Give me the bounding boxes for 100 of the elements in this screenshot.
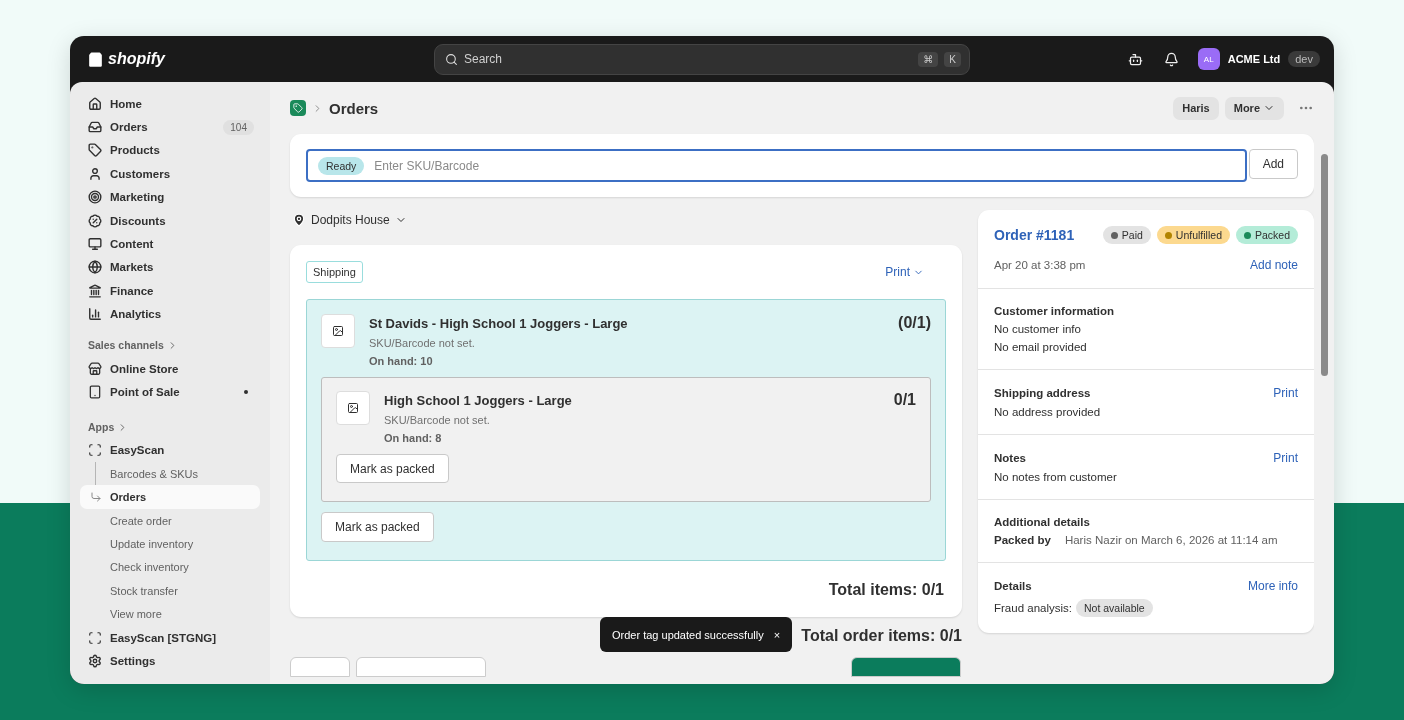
scanner-icon [88,443,102,458]
logo-text: shopify [108,50,165,68]
avatar[interactable]: AL [1197,48,1220,70]
nav-item[interactable]: Analytics [80,302,260,326]
field-value: Haris Nazir on March 6, 2026 at 11:14 am [1064,534,1278,546]
order-title[interactable]: Order #1181 [994,227,1075,243]
inbox-icon [88,120,102,135]
shortcut-key: ⌘ [918,51,939,67]
nav-subitem[interactable]: Check inventory [80,555,260,580]
section-heading[interactable]: Apps [80,415,260,439]
item-title: High School 1 Joggers - Large [384,393,573,408]
store-icon [88,361,102,376]
close-button[interactable]: × [773,628,781,641]
nav-subitem[interactable]: Barcodes & SKUs [80,462,260,486]
add-note-link[interactable]: Add note [1249,258,1298,272]
status-badge: Ready [318,156,365,175]
on-hand-text: On hand: 8 [384,432,443,444]
info-text: No address provided [994,406,1102,418]
section-title: Details [994,580,1032,592]
sku-text: SKU/Barcode not set. [369,337,476,349]
nav-item[interactable]: Settings [80,649,260,673]
search-icon [445,52,458,66]
nav-item[interactable]: Finance [80,279,260,303]
status-badge: Paid [1102,226,1151,244]
search-field[interactable]: Search ⌘ K [434,43,970,75]
settings-icon [88,653,102,668]
sku-text: SKU/Barcode not set. [384,414,491,426]
nav-item[interactable]: EasyScan [STGNG] [80,625,260,650]
section-heading[interactable]: Sales channels [80,333,260,357]
bar-chart-icon [88,307,102,322]
location-selector[interactable]: Dodpits House [290,209,962,231]
nav-item[interactable]: Markets [80,255,260,280]
nav-item[interactable]: Orders 104 [80,115,260,139]
monitor-icon [88,237,102,252]
count-badge: 104 [223,119,254,135]
app-icon [290,100,306,116]
info-text: No notes from customer [994,471,1118,483]
status-badge: Packed [1235,226,1298,244]
shortcut-key: K [944,51,961,67]
tablet-icon [88,385,102,399]
item-count: 0/1 [893,391,916,410]
nav-item[interactable]: Customers [80,162,260,186]
mark-packed-button[interactable]: Mark as packed [321,512,434,542]
action-link[interactable]: Print [1273,451,1298,465]
tree-branch-icon [90,491,102,504]
nav-subitem[interactable]: Orders [80,485,260,509]
nav-subitem[interactable]: Stock transfer [80,579,260,603]
section-title: Notes [994,452,1026,464]
button[interactable] [851,657,961,677]
nav-item[interactable]: Discounts [80,208,260,233]
nav-subitem[interactable]: Create order [80,508,260,533]
item-count: (0/1) [898,314,931,333]
tree-line [95,462,96,486]
scrollbar[interactable] [1320,154,1328,376]
nav-item[interactable]: Marketing [80,185,260,209]
total-items: Total items: 0/1 [827,581,944,599]
field-label: Fraud analysis: [994,602,1072,614]
toast-message: Order tag updated successfully [612,628,764,641]
env-badge: dev [1288,51,1320,67]
header-button[interactable]: Haris [1173,96,1219,120]
nav-item[interactable]: Online Store [80,356,260,381]
header-button[interactable]: More [1224,96,1284,120]
bank-icon [88,283,102,298]
order-date: Apr 20 at 3:38 pm [994,259,1086,271]
home-icon [88,96,102,111]
nav-item[interactable]: Products [80,138,260,163]
on-hand-text: On hand: 10 [369,355,434,367]
nav-item[interactable]: EasyScan [80,438,260,463]
item-title: St Davids - High School 1 Joggers - Large [369,316,629,331]
image-placeholder-icon [321,314,355,348]
shipping-tag: Shipping [306,261,363,283]
add-button[interactable]: Add [1248,149,1298,179]
person-icon [88,166,102,181]
nav-item[interactable]: Home [80,92,260,116]
nav-item[interactable]: Point of Sale [80,380,260,404]
map-pin-icon [292,213,306,227]
page-title: Orders [329,99,379,117]
image-placeholder-icon [336,391,370,425]
target-icon [88,190,102,205]
store-name[interactable]: ACME Ltd [1227,53,1281,65]
action-link[interactable]: More info [1247,579,1298,593]
field-label: Packed by [994,534,1051,546]
nav-subitem[interactable]: Update inventory [80,532,260,556]
info-text: No customer info [994,323,1082,335]
nav-item[interactable]: Content [80,232,260,256]
status-badge: Not available [1076,599,1153,617]
status-badge: Unfulfilled [1156,226,1230,244]
section-title: Customer information [994,305,1115,317]
percent-badge-icon [88,213,102,228]
sku-input-field[interactable]: Ready Enter SKU/Barcode [306,149,1247,182]
print-link[interactable]: Print [885,265,924,279]
action-link[interactable]: Print [1273,386,1298,400]
globe-icon [88,260,102,275]
nav-subitem[interactable]: View more [80,602,260,626]
total-order-items: Total order items: 0/1 [801,627,962,645]
bag-logo-icon [86,49,105,69]
info-text: No email provided [994,341,1088,353]
section-title: Additional details [994,516,1090,528]
mark-packed-button[interactable]: Mark as packed [336,454,449,483]
section-title: Shipping address [994,387,1091,399]
